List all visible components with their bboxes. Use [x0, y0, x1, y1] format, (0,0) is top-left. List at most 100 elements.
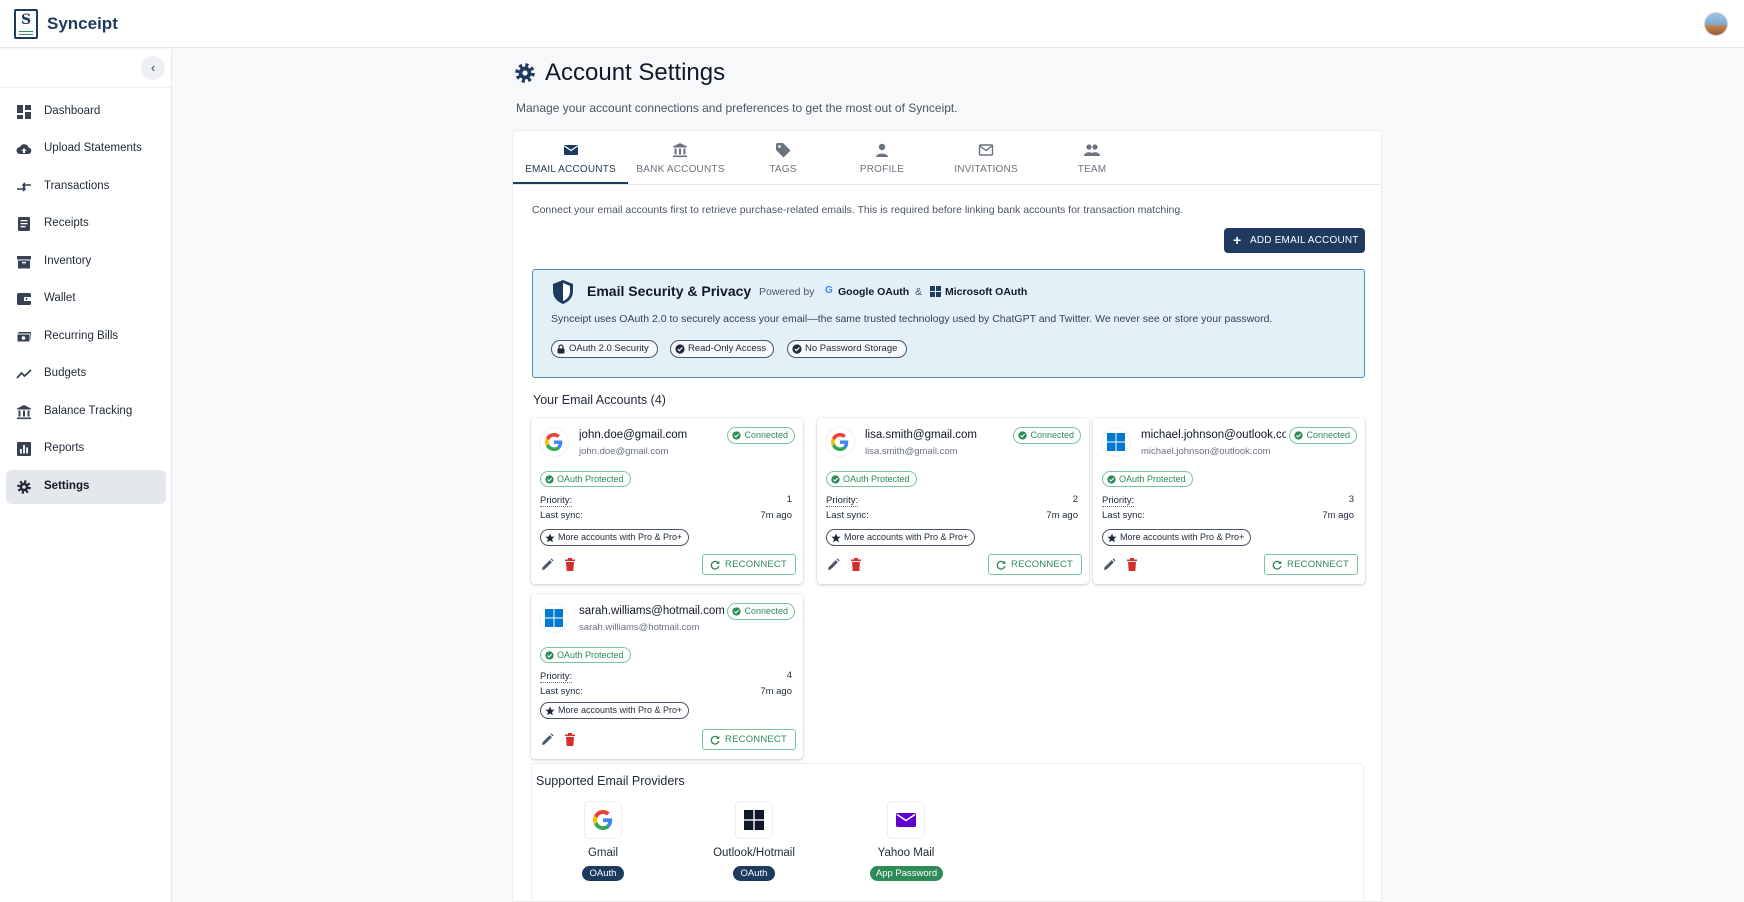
provider-logo: [540, 604, 568, 632]
sidebar-item-transactions[interactable]: Transactions: [6, 170, 166, 204]
wallet-icon: [17, 293, 31, 305]
refresh-icon: [1272, 560, 1282, 570]
sidebar-item-label: Upload Statements: [44, 142, 142, 154]
chevron-left-icon: ‹: [150, 60, 156, 75]
tab-invitations[interactable]: INVITATIONS: [931, 131, 1041, 185]
trash-icon[interactable]: [564, 733, 576, 746]
bank-icon: [673, 143, 687, 158]
upgrade-pro-chip[interactable]: More accounts with Pro & Pro+: [540, 702, 690, 719]
account-name: john.doe@gmail.com: [579, 429, 688, 441]
reconnect-button[interactable]: RECONNECT: [988, 554, 1082, 575]
gear-icon: [515, 63, 535, 83]
synceipt-logo-icon[interactable]: S: [14, 9, 38, 39]
oauth-protected-chip: OAuth Protected: [540, 647, 631, 663]
sidebar-divider: [0, 87, 171, 88]
sidebar-item-dashboard[interactable]: Dashboard: [6, 95, 166, 129]
account-email: lisa.smith@gmail.com: [865, 446, 958, 457]
tab-email-accounts[interactable]: EMAIL ACCOUNTS: [513, 131, 628, 185]
sidebar-item-balance-tracking[interactable]: Balance Tracking: [6, 395, 166, 429]
sidebar-item-reports[interactable]: Reports: [6, 432, 166, 466]
google-icon: [831, 433, 849, 451]
windows-icon: [930, 286, 941, 297]
connected-badge: Connected: [727, 603, 795, 620]
provider-name: Gmail: [587, 847, 619, 859]
sidebar-item-recurring-bills[interactable]: Recurring Bills: [6, 320, 166, 354]
sidebar-item-settings[interactable]: Settings: [6, 470, 166, 504]
sidebar-item-receipts[interactable]: Receipts: [6, 207, 166, 241]
user-avatar[interactable]: [1704, 12, 1728, 36]
sidebar-item-label: Wallet: [44, 292, 76, 304]
sidebar-item-wallet[interactable]: Wallet: [6, 282, 166, 316]
verified-icon: [545, 651, 554, 660]
email-intro-text: Connect your email accounts first to ret…: [532, 204, 1184, 216]
star-icon: [831, 533, 841, 543]
trash-icon[interactable]: [850, 558, 862, 571]
email-account-card: michael.johnson@outlook.com michael.john…: [1093, 418, 1365, 584]
google-oauth-label: Google OAuth: [838, 286, 910, 298]
person-icon: [876, 143, 888, 157]
account-email: sarah.williams@hotmail.com: [579, 622, 700, 633]
reconnect-button[interactable]: RECONNECT: [702, 729, 796, 750]
sidebar-item-label: Inventory: [44, 255, 92, 267]
star-icon: [545, 706, 555, 716]
pencil-icon[interactable]: [1103, 558, 1116, 571]
sidebar-item-upload-statements[interactable]: Upload Statements: [6, 132, 166, 166]
verified-icon: [792, 344, 802, 354]
pencil-icon[interactable]: [827, 558, 840, 571]
page-title: Account Settings: [545, 59, 726, 86]
reconnect-button[interactable]: RECONNECT: [702, 554, 796, 575]
supported-providers-title: Supported Email Providers: [536, 774, 685, 788]
envelope-outline-icon: [978, 144, 994, 156]
security-info-box: Email Security & Privacy Powered by G Go…: [532, 269, 1365, 378]
oauth-protected-chip: OAuth Protected: [826, 471, 917, 487]
upgrade-pro-chip[interactable]: More accounts with Pro & Pro+: [540, 529, 690, 546]
gear-icon: [17, 480, 31, 494]
star-icon: [545, 533, 555, 543]
app-name[interactable]: Synceipt: [47, 14, 118, 34]
tab-team[interactable]: TEAM: [1041, 131, 1143, 185]
dashboard-icon: [17, 105, 31, 119]
google-icon: G: [825, 285, 833, 296]
trash-icon[interactable]: [564, 558, 576, 571]
provider-logo: [540, 428, 568, 456]
refresh-icon: [710, 735, 720, 745]
connected-badge: Connected: [727, 427, 795, 444]
refresh-icon: [996, 560, 1006, 570]
upgrade-pro-chip[interactable]: More accounts with Pro & Pro+: [1102, 529, 1252, 546]
sidebar: ‹ Dashboard Upload Statements Transactio…: [0, 49, 172, 902]
sidebar-item-label: Receipts: [44, 217, 89, 229]
reconnect-button[interactable]: RECONNECT: [1264, 554, 1358, 575]
sidebar-item-label: Balance Tracking: [44, 405, 133, 417]
pencil-icon[interactable]: [541, 558, 554, 571]
priority-value: 1: [786, 494, 792, 505]
collapse-sidebar-button[interactable]: ‹: [141, 56, 165, 80]
windows-icon: [545, 609, 563, 627]
tab-profile[interactable]: PROFILE: [833, 131, 931, 185]
pencil-icon[interactable]: [541, 733, 554, 746]
lock-icon: [557, 344, 565, 354]
provider-badge: OAuth: [733, 866, 775, 881]
sidebar-item-inventory[interactable]: Inventory: [6, 245, 166, 279]
oauth-protected-chip: OAuth Protected: [1102, 471, 1193, 487]
connected-badge: Connected: [1289, 427, 1357, 444]
priority-value: 2: [1072, 494, 1078, 505]
receipt-icon: [18, 217, 30, 231]
supported-providers-section: Supported Email Providers Gmail OAuth Ou…: [531, 763, 1364, 902]
trash-icon[interactable]: [1126, 558, 1138, 571]
tab-tags[interactable]: TAGS: [733, 131, 833, 185]
active-tab-indicator: [513, 182, 628, 184]
settings-tabs: EMAIL ACCOUNTS BANK ACCOUNTS TAGS PROFIL…: [513, 131, 1381, 185]
page-subtitle: Manage your account connections and pref…: [516, 101, 958, 115]
trend-line-icon: [16, 369, 32, 379]
upgrade-pro-chip[interactable]: More accounts with Pro & Pro+: [826, 529, 976, 546]
provider-logo: [736, 802, 772, 838]
verified-icon: [831, 475, 840, 484]
security-description: Synceipt uses OAuth 2.0 to securely acce…: [551, 313, 1273, 325]
last-sync-value: 7m ago: [760, 510, 792, 521]
tab-bank-accounts[interactable]: BANK ACCOUNTS: [628, 131, 733, 185]
add-email-account-button[interactable]: + ADD EMAIL ACCOUNT: [1224, 228, 1365, 253]
bank-icon: [17, 405, 31, 420]
last-sync-label: Last sync:: [540, 510, 583, 521]
last-sync-value: 7m ago: [1046, 510, 1078, 521]
sidebar-item-budgets[interactable]: Budgets: [6, 357, 166, 391]
